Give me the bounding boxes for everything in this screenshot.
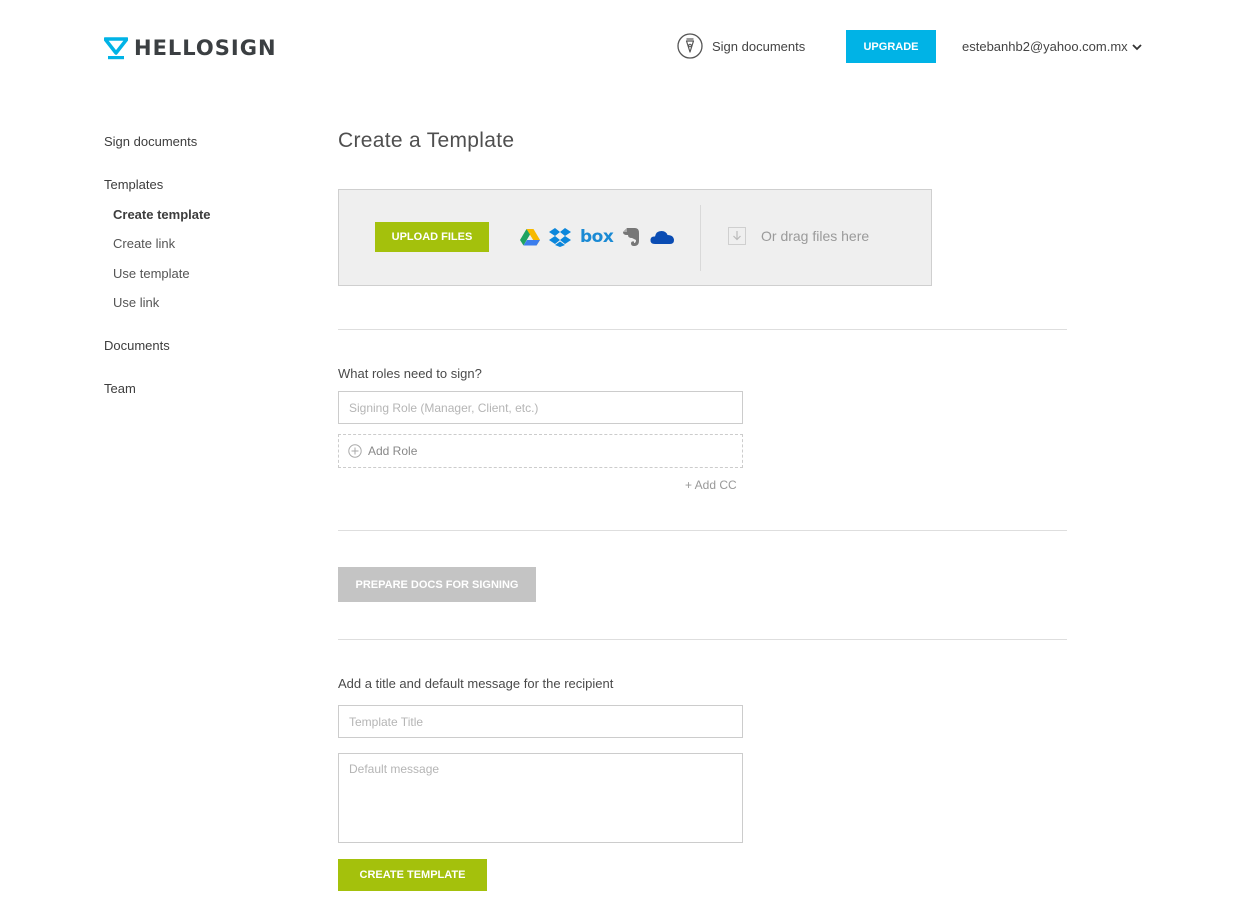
roles-label: What roles need to sign? bbox=[338, 366, 482, 381]
upload-divider bbox=[700, 205, 701, 271]
chevron-down-icon bbox=[1132, 43, 1142, 50]
logo-text: HELLOSIGN bbox=[134, 36, 277, 60]
sidebar-item-use-link[interactable]: Use link bbox=[113, 295, 159, 310]
create-template-button[interactable]: CREATE TEMPLATE bbox=[338, 859, 487, 891]
divider bbox=[338, 329, 1067, 330]
account-email: estebanhb2@yahoo.com.mx bbox=[962, 39, 1128, 54]
cloud-source-icons: box bbox=[520, 227, 675, 247]
add-role-label: Add Role bbox=[368, 444, 418, 458]
default-message-textarea[interactable] bbox=[338, 753, 743, 843]
prepare-docs-button[interactable]: PREPARE DOCS FOR SIGNING bbox=[338, 567, 536, 602]
hellosign-logo-icon bbox=[104, 37, 128, 60]
sidebar-item-documents[interactable]: Documents bbox=[104, 338, 170, 353]
account-menu[interactable]: estebanhb2@yahoo.com.mx bbox=[962, 39, 1142, 54]
sidebar-item-use-template[interactable]: Use template bbox=[113, 266, 190, 281]
page-title: Create a Template bbox=[338, 129, 515, 152]
header-sign-documents-label: Sign documents bbox=[712, 38, 806, 54]
download-arrow-icon bbox=[728, 227, 746, 245]
sidebar-item-sign-documents[interactable]: Sign documents bbox=[104, 134, 197, 149]
drag-files-label: Or drag files here bbox=[761, 228, 870, 244]
dropbox-icon[interactable] bbox=[549, 227, 571, 247]
message-section-label: Add a title and default message for the … bbox=[338, 676, 614, 691]
divider bbox=[338, 530, 1067, 531]
signing-role-input[interactable] bbox=[338, 391, 743, 424]
google-drive-icon[interactable] bbox=[520, 228, 540, 246]
upgrade-button[interactable]: UPGRADE bbox=[846, 30, 936, 63]
divider bbox=[338, 639, 1067, 640]
box-icon[interactable]: box bbox=[580, 227, 614, 247]
evernote-icon[interactable] bbox=[622, 227, 640, 247]
sidebar-item-team[interactable]: Team bbox=[104, 381, 136, 396]
add-cc-link[interactable]: + Add CC bbox=[685, 478, 737, 492]
onedrive-icon[interactable] bbox=[649, 229, 675, 245]
header-sign-documents-link[interactable]: Sign documents bbox=[677, 32, 805, 60]
sidebar-item-create-template[interactable]: Create template bbox=[113, 207, 211, 222]
plus-circle-icon bbox=[348, 444, 362, 458]
sidebar-item-templates[interactable]: Templates bbox=[104, 177, 163, 192]
pen-icon bbox=[677, 33, 703, 59]
hellosign-logo[interactable]: HELLOSIGN bbox=[104, 36, 277, 60]
upload-files-button[interactable]: UPLOAD FILES bbox=[375, 222, 489, 252]
template-title-input[interactable] bbox=[338, 705, 743, 738]
sidebar-item-create-link[interactable]: Create link bbox=[113, 236, 175, 251]
add-role-button[interactable]: Add Role bbox=[338, 434, 743, 468]
drag-drop-area[interactable]: Or drag files here bbox=[728, 227, 869, 245]
